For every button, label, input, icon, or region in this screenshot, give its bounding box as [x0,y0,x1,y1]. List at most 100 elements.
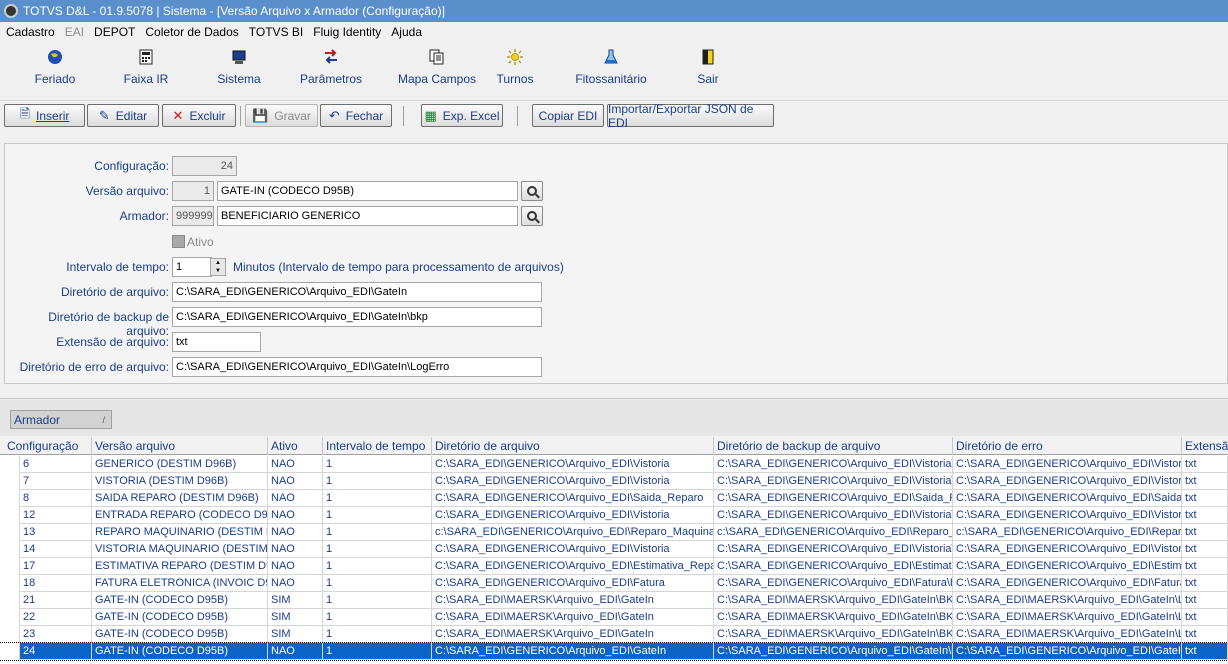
table-row[interactable]: 18FATURA ELETRONICA (INVOIC D95B)NAO1C:\… [0,575,1228,592]
edit-icon: ✎ [98,107,110,123]
group-armador-chip[interactable]: Armador / [10,410,112,429]
versao-arquivo-name-field[interactable]: GATE-IN (CODECO D95B) [217,181,518,201]
panel-divider [0,398,1228,399]
intervalo-input[interactable]: 1 [172,257,212,277]
gravar-button[interactable]: 💾 Gravar [245,104,318,127]
table-cell: SIM [268,592,323,609]
group-indent [0,592,20,609]
table-cell: REPARO MAQUINARIO (DESTIM D96B) [92,524,268,541]
title-bar: TOTVS D&L - 01.9.5078 | Sistema - [Versã… [0,0,1228,22]
menu-cadastro[interactable]: Cadastro [6,25,55,39]
faixa-ir-button[interactable]: Faixa IR [101,46,191,92]
table-cell: C:\SARA_EDI\GENERICO\Arquivo_EDI\Vistori… [432,473,714,490]
column-header[interactable]: Versão arquivo [92,437,268,455]
table-cell: 21 [20,592,92,609]
backup-input[interactable]: C:\SARA_EDI\GENERICO\Arquivo_EDI\GateIn\… [172,307,542,327]
armador-name-field[interactable]: BENEFICIARIO GENERICO [217,206,518,226]
app-gear-icon [4,4,18,18]
table-row[interactable]: 13REPARO MAQUINARIO (DESTIM D96B)NAO1c:\… [0,524,1228,541]
diretorio-input[interactable]: C:\SARA_EDI\GENERICO\Arquivo_EDI\GateIn [172,282,542,302]
table-cell: 1 [323,558,432,575]
documents-icon [428,48,446,66]
intervalo-spinner[interactable]: ▲ ▼ [210,258,226,276]
extensao-label: Extensão de arquivo: [56,335,169,349]
table-cell: c:\SARA_EDI\GENERICO\Arquivo_EDI\Reparo_… [714,524,953,541]
column-header[interactable]: Diretório de arquivo [432,437,714,455]
column-header[interactable]: Diretório de backup de arquivo [714,437,953,455]
sistema-button[interactable]: Sistema [194,46,284,92]
sistema-label: Sistema [217,72,261,86]
armador-lookup-button[interactable] [521,206,543,226]
table-row[interactable]: 6 GENERICO (DESTIM D96B) NAO 1 C:\SARA_EDI\G… [0,456,1228,473]
fitossanitario-button[interactable]: Fitossanitário [566,46,656,92]
parametros-button[interactable]: Parâmetros [286,46,376,92]
configuracao-field[interactable]: 24 [172,156,237,176]
copiar-edi-button[interactable]: Copiar EDI [532,104,604,127]
table-row[interactable]: 17ESTIMATIVA REPARO (DESTIM D96B)NAO1C:\… [0,558,1228,575]
column-header[interactable]: Intervalo de tempo [323,437,432,455]
table-cell: NAO [268,507,323,524]
table-cell: txt [1182,507,1228,524]
table-cell: C:\SARA_EDI\GENERICO\Arquivo_EDI\Vistori… [953,507,1182,524]
versao-lookup-button[interactable] [521,181,543,201]
table-cell: C:\SARA_EDI\GENERICO\Arquivo_EDI\Fatura\… [714,575,953,592]
action-toolbar: 🗎 Inserir ✎ Editar ✕ Excluir 💾 Gravar ↶ … [0,100,1228,130]
menu-eai[interactable]: EAI [65,25,84,39]
inserir-button[interactable]: 🗎 Inserir [4,104,85,127]
table-cell: 1 [323,609,432,626]
table-cell: C:\SARA_EDI\MAERSK\Arquivo_EDI\GateIn\BK… [714,592,953,609]
fechar-button[interactable]: ↶ Fechar [320,104,392,127]
ativo-checkbox[interactable] [172,235,185,248]
menu-depot[interactable]: DEPOT [94,25,135,39]
menu-ajuda[interactable]: Ajuda [391,25,422,39]
menu-bar: Cadastro EAI DEPOT Coletor de Dados TOTV… [0,22,1228,42]
table-cell: C:\SARA_EDI\MAERSK\Arquivo_EDI\GateIn\BK… [714,609,953,626]
exp-excel-button[interactable]: ▦ Exp. Excel [421,104,503,127]
menu-totvs-bi[interactable]: TOTVS BI [249,25,303,39]
table-cell: C:\SARA_EDI\GENERICO\Arquivo_EDI\Fatura\… [953,575,1182,592]
column-header[interactable]: Configuração [4,437,92,455]
table-row[interactable]: 22 GATE-IN (CODECO D95B) SIM 1 C:\SARA_EDI\M… [0,609,1228,626]
turnos-button[interactable]: Turnos [470,46,560,92]
search-icon [527,186,537,196]
importar-exportar-json-button[interactable]: Importar/Exportar JSON de EDI [607,102,774,130]
sair-button[interactable]: Sair [663,46,753,92]
table-cell: C:\SARA_EDI\MAERSK\Arquivo_EDI\GateIn [432,609,714,626]
column-header[interactable]: Diretório de erro [953,437,1182,455]
table-cell: GENERICO (DESTIM D96B) [92,456,268,473]
menu-fluig-identity[interactable]: Fluig Identity [313,25,381,39]
sair-label: Sair [697,72,719,86]
group-indent [0,558,20,575]
column-header[interactable]: Ativo [268,437,323,455]
table-cell: FATURA ELETRONICA (INVOIC D95B) [92,575,268,592]
versao-arquivo-code-field[interactable]: 1 [172,181,214,201]
table-row[interactable]: 7 VISTORIA (DESTIM D96B) NAO 1 C:\SARA_EDI\G… [0,473,1228,490]
erro-input[interactable]: C:\SARA_EDI\GENERICO\Arquivo_EDI\GateIn\… [172,357,542,377]
armador-code-field[interactable]: 999999 [172,206,214,226]
column-header[interactable]: Extensão [1182,437,1228,455]
window-title: TOTVS D&L - 01.9.5078 | Sistema - [Versã… [23,4,445,18]
table-cell: C:\SARA_EDI\GENERICO\Arquivo_EDI\Vistori… [432,507,714,524]
excluir-button[interactable]: ✕ Excluir [162,104,236,127]
table-row[interactable]: 12 ENTRADA REPARO (CODECO D95B) NAO 1 C:\SAR… [0,507,1228,524]
table-row[interactable]: 8 SAIDA REPARO (DESTIM D96B) NAO 1 C:\SARA_E… [0,490,1228,507]
turnos-label: Turnos [496,72,534,86]
spin-down-icon: ▼ [215,268,221,274]
editar-button[interactable]: ✎ Editar [87,104,159,127]
table-cell: 14 [20,541,92,558]
feriado-button[interactable]: Feriado [10,46,100,92]
undo-arrow-icon: ↶ [328,107,340,123]
table-row[interactable]: 14VISTORIA MAQUINARIO (DESTIM D96B)NAO1C… [0,541,1228,558]
table-row[interactable]: 23 GATE-IN (CODECO D95B) SIM 1 C:\SARA_EDI\M… [0,626,1228,643]
table-cell: GATE-IN (CODECO D95B) [92,626,268,643]
table-row[interactable]: 24 GATE-IN (CODECO D95B) NAO 1 C:\SARA_EDI\G… [0,642,1228,661]
excel-icon: ▦ [424,107,437,123]
search-icon [527,211,537,221]
extensao-input[interactable]: txt [172,332,261,352]
versao-arquivo-label: Versão arquivo: [85,184,169,198]
table-cell: NAO [268,558,323,575]
menu-coletor-de-dados[interactable]: Coletor de Dados [145,25,238,39]
configuration-form: Configuração: 24 Versão arquivo: 1 GATE-… [4,143,1228,384]
table-row[interactable]: 21 GATE-IN (CODECO D95B) SIM 1 C:\SARA_EDI\M… [0,592,1228,609]
configurations-grid: Configuração Versão arquivo Ativo Interv… [0,437,1228,664]
